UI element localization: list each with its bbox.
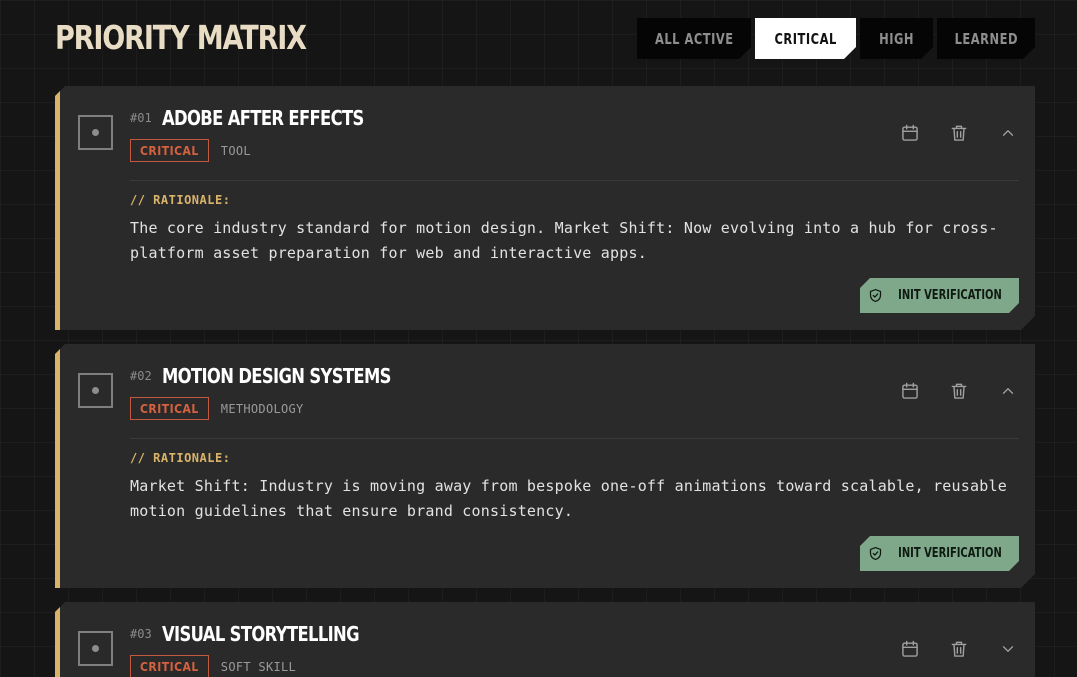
category-label: SOFT SKILL: [220, 659, 297, 674]
rationale-label: // RATIONALE:: [130, 451, 231, 465]
init-verification-button[interactable]: INIT VERIFICATION: [860, 536, 1019, 571]
card-tags: CRITICAL METHODOLOGY: [130, 397, 304, 420]
card-actions: [899, 380, 1019, 402]
complete-checkbox[interactable]: [78, 373, 113, 408]
priority-card: #02 MOTION DESIGN SYSTEMS CRITICAL METHO…: [55, 344, 1035, 588]
tab-all-active[interactable]: ALL ACTIVE: [637, 18, 751, 59]
page-title: PRIORITY MATRIX: [55, 18, 307, 57]
tab-high[interactable]: HIGH: [860, 18, 933, 59]
chevron-down-icon[interactable]: [997, 638, 1019, 660]
card-divider: [130, 438, 1019, 439]
calendar-icon[interactable]: [899, 122, 921, 144]
checkbox-dot: [92, 645, 99, 652]
card-actions: [899, 122, 1019, 144]
card-title: ADOBE AFTER EFFECTS: [162, 106, 364, 130]
checkbox-dot: [92, 129, 99, 136]
card-number: #03: [130, 627, 152, 641]
priority-card: #03 VISUAL STORYTELLING CRITICAL SOFT SK…: [55, 602, 1035, 677]
init-verification-button[interactable]: INIT VERIFICATION: [860, 278, 1019, 313]
card-number: #02: [130, 369, 152, 383]
chevron-up-icon[interactable]: [997, 122, 1019, 144]
verify-label: INIT VERIFICATION: [898, 288, 1002, 303]
checkbox-dot: [92, 387, 99, 394]
trash-icon[interactable]: [948, 638, 970, 660]
rationale-text: The core industry standard for motion de…: [130, 219, 998, 262]
calendar-icon[interactable]: [899, 638, 921, 660]
tab-critical[interactable]: CRITICAL: [755, 18, 856, 59]
priority-card: #01 ADOBE AFTER EFFECTS CRITICAL TOOL //…: [55, 86, 1035, 330]
verify-label: INIT VERIFICATION: [898, 546, 1002, 561]
priority-badge: CRITICAL: [130, 655, 209, 677]
card-title: MOTION DESIGN SYSTEMS: [162, 364, 391, 388]
category-label: METHODOLOGY: [220, 401, 304, 416]
rationale-text: Market Shift: Industry is moving away fr…: [130, 477, 1007, 520]
chevron-up-icon[interactable]: [997, 380, 1019, 402]
card-tags: CRITICAL TOOL: [130, 139, 251, 162]
card-divider: [130, 180, 1019, 181]
priority-badge: CRITICAL: [130, 397, 209, 420]
card-title: VISUAL STORYTELLING: [162, 622, 360, 646]
trash-icon[interactable]: [948, 122, 970, 144]
shield-check-icon: [868, 546, 883, 561]
rationale-label: // RATIONALE:: [130, 193, 231, 207]
trash-icon[interactable]: [948, 380, 970, 402]
tab-learned[interactable]: LEARNED: [937, 18, 1035, 59]
calendar-icon[interactable]: [899, 380, 921, 402]
priority-badge: CRITICAL: [130, 139, 209, 162]
category-label: TOOL: [220, 143, 251, 158]
shield-check-icon: [868, 288, 883, 303]
card-tags: CRITICAL SOFT SKILL: [130, 655, 296, 677]
card-number: #01: [130, 111, 152, 125]
complete-checkbox[interactable]: [78, 631, 113, 666]
complete-checkbox[interactable]: [78, 115, 113, 150]
card-actions: [899, 638, 1019, 660]
